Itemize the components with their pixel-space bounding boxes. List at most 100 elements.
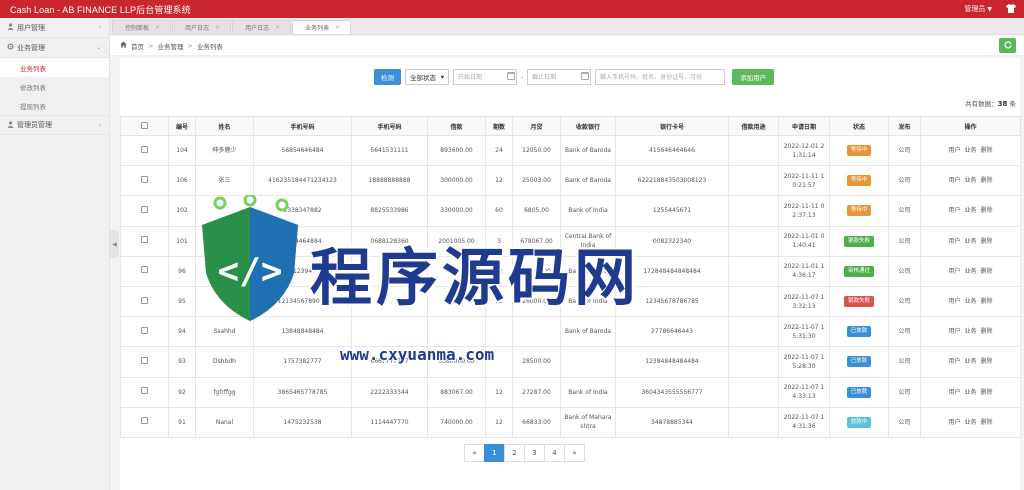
user-menu[interactable]: 管理员 ▼ bbox=[964, 4, 992, 14]
sidebar-item-modify-list[interactable]: 修改列表 bbox=[0, 77, 109, 96]
row-select-cell bbox=[120, 225, 169, 257]
delete-link[interactable]: 删除 bbox=[981, 268, 993, 275]
sidebar-group-business[interactable]: 业务管理 ⌄ bbox=[0, 38, 109, 58]
row-checkbox[interactable] bbox=[141, 417, 148, 425]
delete-link[interactable]: 删除 bbox=[981, 389, 993, 396]
row-checkbox[interactable] bbox=[141, 205, 148, 213]
row-checkbox[interactable] bbox=[141, 356, 148, 364]
row-checkbox[interactable] bbox=[141, 236, 148, 244]
table-row: 94 Ssahhd 13848848484 Bank of Baroda 2778664… bbox=[120, 316, 1021, 348]
status-badge[interactable]: 等待中 bbox=[846, 175, 872, 187]
delete-link[interactable]: 删除 bbox=[981, 207, 993, 214]
pagination-page[interactable]: 3 bbox=[524, 444, 545, 462]
business-link[interactable]: 业务 bbox=[964, 238, 976, 245]
delete-link[interactable]: 删除 bbox=[981, 358, 993, 365]
row-checkbox[interactable] bbox=[141, 266, 148, 274]
cell-phone2 bbox=[351, 285, 428, 318]
user-link[interactable]: 用户 bbox=[948, 177, 960, 184]
status-badge[interactable]: 等待中 bbox=[846, 205, 872, 217]
close-icon[interactable]: × bbox=[275, 24, 280, 31]
tab-user-log-2[interactable]: 用户日志 × bbox=[232, 20, 292, 34]
pagination-page[interactable]: 4 bbox=[544, 444, 565, 462]
delete-link[interactable]: 删除 bbox=[981, 419, 993, 426]
cell-bank: Bank of India bbox=[560, 255, 616, 287]
business-link[interactable]: 业务 bbox=[964, 419, 976, 426]
row-checkbox[interactable] bbox=[141, 296, 148, 304]
shirt-icon[interactable] bbox=[1006, 3, 1016, 15]
breadcrumb-section[interactable]: 业务管理 bbox=[157, 41, 183, 51]
business-link[interactable]: 业务 bbox=[964, 389, 976, 396]
cell-actions: 用户 业务 删除 bbox=[920, 406, 1021, 438]
tab-business-list[interactable]: 业务列表 × bbox=[292, 20, 352, 34]
pagination-page[interactable]: 1 bbox=[484, 444, 505, 462]
user-link[interactable]: 用户 bbox=[948, 238, 960, 245]
close-icon[interactable]: × bbox=[155, 24, 160, 31]
business-link[interactable]: 业务 bbox=[964, 358, 976, 365]
status-select[interactable]: 全部状态 ▾ bbox=[405, 69, 449, 85]
cell-phone1: 56854646484 bbox=[253, 134, 352, 167]
chevron-down-icon: ▾ bbox=[440, 73, 444, 81]
cell-phone1: 3865465778785 bbox=[253, 376, 352, 408]
pagination-next[interactable]: » bbox=[564, 444, 585, 462]
pagination-prev[interactable]: « bbox=[464, 444, 485, 462]
user-link[interactable]: 用户 bbox=[948, 147, 960, 154]
breadcrumb-home[interactable]: 首页 bbox=[131, 41, 144, 51]
refresh-button[interactable] bbox=[999, 38, 1016, 53]
business-link[interactable]: 业务 bbox=[964, 147, 976, 154]
status-badge[interactable]: 银款失败 bbox=[843, 296, 874, 308]
tab-user-log[interactable]: 用户日志 × bbox=[172, 20, 232, 34]
status-badge[interactable]: 银款失败 bbox=[843, 235, 874, 247]
select-all-checkbox[interactable] bbox=[141, 121, 148, 129]
business-link[interactable]: 业务 bbox=[964, 298, 976, 305]
user-link[interactable]: 用户 bbox=[948, 328, 960, 335]
status-badge[interactable]: 已放款 bbox=[846, 326, 872, 338]
status-badge[interactable]: 审核通过 bbox=[843, 265, 874, 277]
add-user-button[interactable]: 添加用户 bbox=[732, 69, 775, 85]
keyword-search-input[interactable] bbox=[595, 69, 726, 85]
row-checkbox[interactable] bbox=[141, 145, 148, 153]
select-all-header[interactable] bbox=[120, 116, 169, 136]
status-badge[interactable]: 放款中 bbox=[846, 416, 872, 428]
user-link[interactable]: 用户 bbox=[948, 389, 960, 396]
tab-dashboard[interactable]: 控制面板 × bbox=[112, 20, 172, 34]
sidebar-group-admins[interactable]: 管理员管理 ‹ bbox=[0, 115, 109, 135]
row-checkbox[interactable] bbox=[141, 326, 148, 334]
close-icon[interactable]: × bbox=[335, 24, 340, 31]
status-badge[interactable]: 等待中 bbox=[846, 145, 872, 157]
date-range-dash: - bbox=[521, 73, 524, 81]
sidebar-item-business-list[interactable]: 业务列表 bbox=[0, 58, 109, 77]
cell-account: 1255445671 bbox=[615, 195, 729, 227]
sidebar-group-users[interactable]: 用户管理 ‹ bbox=[0, 18, 109, 38]
status-badge[interactable]: 已放款 bbox=[846, 356, 872, 368]
pagination-page[interactable]: 2 bbox=[504, 444, 525, 462]
row-checkbox[interactable] bbox=[141, 387, 148, 395]
search-button[interactable]: 检测 bbox=[374, 69, 401, 85]
close-icon[interactable]: × bbox=[215, 24, 220, 31]
cell-name: Nanal bbox=[195, 406, 254, 438]
cell-purpose bbox=[728, 255, 779, 287]
status-badge[interactable]: 已放款 bbox=[846, 386, 872, 398]
business-link[interactable]: 业务 bbox=[964, 268, 976, 275]
cell-name: Dshbdh bbox=[195, 346, 254, 378]
user-link[interactable]: 用户 bbox=[948, 419, 960, 426]
cell-purpose bbox=[728, 225, 779, 257]
sidebar-item-withdraw-list[interactable]: 提现列表 bbox=[0, 96, 109, 115]
delete-link[interactable]: 删除 bbox=[981, 298, 993, 305]
delete-link[interactable]: 删除 bbox=[981, 328, 993, 335]
user-link[interactable]: 用户 bbox=[948, 207, 960, 214]
cell-purpose bbox=[728, 346, 779, 378]
row-select-cell bbox=[120, 406, 169, 438]
business-link[interactable]: 业务 bbox=[964, 328, 976, 335]
business-link[interactable]: 业务 bbox=[964, 207, 976, 214]
refresh-icon bbox=[1004, 40, 1012, 51]
delete-link[interactable]: 删除 bbox=[981, 177, 993, 184]
cell-purpose bbox=[728, 376, 779, 408]
user-link[interactable]: 用户 bbox=[948, 298, 960, 305]
row-checkbox[interactable] bbox=[141, 175, 148, 183]
delete-link[interactable]: 删除 bbox=[981, 238, 993, 245]
user-link[interactable]: 用户 bbox=[948, 358, 960, 365]
user-link[interactable]: 用户 bbox=[948, 268, 960, 275]
business-link[interactable]: 业务 bbox=[964, 177, 976, 184]
delete-link[interactable]: 删除 bbox=[981, 147, 993, 154]
sidebar-collapse-handle[interactable]: ◀ bbox=[110, 230, 119, 258]
